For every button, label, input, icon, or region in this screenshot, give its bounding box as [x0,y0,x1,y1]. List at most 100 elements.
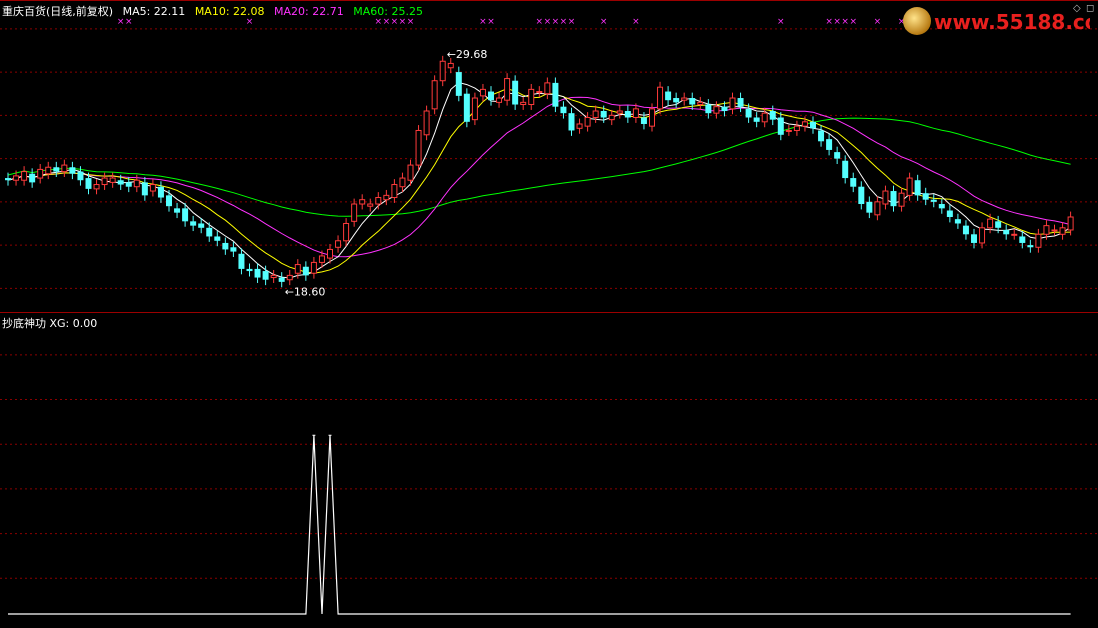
candle-body-up [21,171,28,181]
signal-marker: × [552,17,560,27]
candle-body-up [415,129,422,166]
candle-body-down [640,117,647,124]
candle-body-down [1019,236,1026,243]
candle-body-up [592,110,599,118]
candle-body-down [463,93,470,122]
candle-body-up [149,184,156,192]
logo-emblem-icon [903,7,931,35]
diamond-icon[interactable]: ◇ [1073,3,1081,14]
signal-marker: × [479,17,487,27]
candle-body-up [286,274,293,281]
candle-body-down [673,98,680,103]
candle-body-up [1067,216,1074,231]
signal-marker: × [536,17,544,27]
candle-body-down [488,91,494,101]
candle-body-up [616,110,623,114]
signal-marker: × [777,17,785,27]
candle-body-up [471,97,478,121]
candle-body-up [318,255,325,263]
candle-body-down [214,236,221,241]
candle-body-down [826,139,833,150]
candle-body-down [745,108,752,118]
candle-body-down [769,111,776,120]
candle-body-up [657,86,664,110]
candle-body-up [713,106,720,114]
candle-body-up [375,197,382,205]
candle-body-up [729,97,736,110]
candle-body-down [818,130,825,142]
ma20-label: MA20: 22.71 [274,5,344,18]
chart-stage: × × × × × × × × × × × × × × × × × × × × × × × × ←29.68 ←18.60 重庆百… [0,0,1098,624]
candle-body-up [133,179,140,188]
indicator-xg-line [8,435,1071,615]
candle-body-up [407,164,414,181]
candle-body-up [882,190,889,205]
candle-body-down [689,98,696,105]
candle-body-down [302,266,309,276]
candle-body-down [5,178,11,181]
candle-body-down [278,277,285,282]
signal-marker: × [849,17,857,27]
candle-body-down [238,253,245,269]
candle-body-up [37,168,44,179]
candle-body-up [359,199,366,205]
candle-body-down [141,182,148,196]
candle-body-up [536,91,543,94]
candle-body-down [29,173,36,183]
candle-body-down [182,208,189,222]
candle-body-down [568,113,575,131]
chart-header: 重庆百货(日线,前复权) MA5: 22.11 MA10: 22.08 MA20… [2,3,429,19]
square-icon[interactable]: ◻ [1086,3,1094,14]
candle-body-down [922,193,929,200]
candle-body-down [946,210,953,217]
stock-title: 重庆百货(日线,前复权) [2,5,114,18]
candle-body-down [1003,229,1010,235]
signal-marker: × [833,17,841,27]
candle-body-down [1027,245,1034,248]
candle-body-up [544,82,551,95]
candle-body-up [61,164,68,173]
candle-body-down [117,180,124,185]
candle-body-down [858,186,865,205]
watermark-text: www.55188.com [934,10,1090,34]
candle-body-down [971,234,977,243]
candle-body-up [310,261,317,274]
candle-body-down [77,171,84,181]
candle-body-down [53,167,60,172]
candle-body-down [930,199,937,202]
candle-body-down [705,104,712,114]
candle-body-down [890,191,897,207]
candle-body-down [777,117,784,135]
candle-body-up [793,125,800,131]
candle-body-down [69,167,76,174]
candle-body-up [1051,229,1058,232]
candle-body-down [600,111,607,118]
candle-body-up [399,177,406,188]
candle-body-down [914,180,921,196]
candle-body-up [761,112,768,123]
candle-body-up [504,78,511,101]
candle-body-up [367,203,374,207]
candle-body-down [125,182,132,187]
kline-chart: × × × × × × × × × × × × × × × × × × × × × × × ×←29.68←18.60 [0,0,1098,615]
candle-body-up [1059,227,1066,235]
candle-body-up [520,101,527,106]
candle-body-down [850,178,857,187]
candle-body-down [222,242,229,250]
candle-body-up [431,80,438,110]
candle-body-up [439,60,446,82]
candle-body-down [455,72,462,96]
watermark-logo: www.55188.com [900,4,1090,38]
signal-marker: × [632,17,640,27]
candle-body-up [496,97,503,103]
candle-body-down [624,111,631,118]
signal-marker: × [874,17,882,27]
candle-body-down [512,80,519,105]
candle-body-down [842,160,849,179]
candle-body-down [190,221,197,226]
candle-body-down [174,208,181,213]
candle-body-up [681,97,688,101]
candle-body-up [13,175,20,181]
candle-body-up [447,62,454,69]
candle-body-up [45,166,52,175]
